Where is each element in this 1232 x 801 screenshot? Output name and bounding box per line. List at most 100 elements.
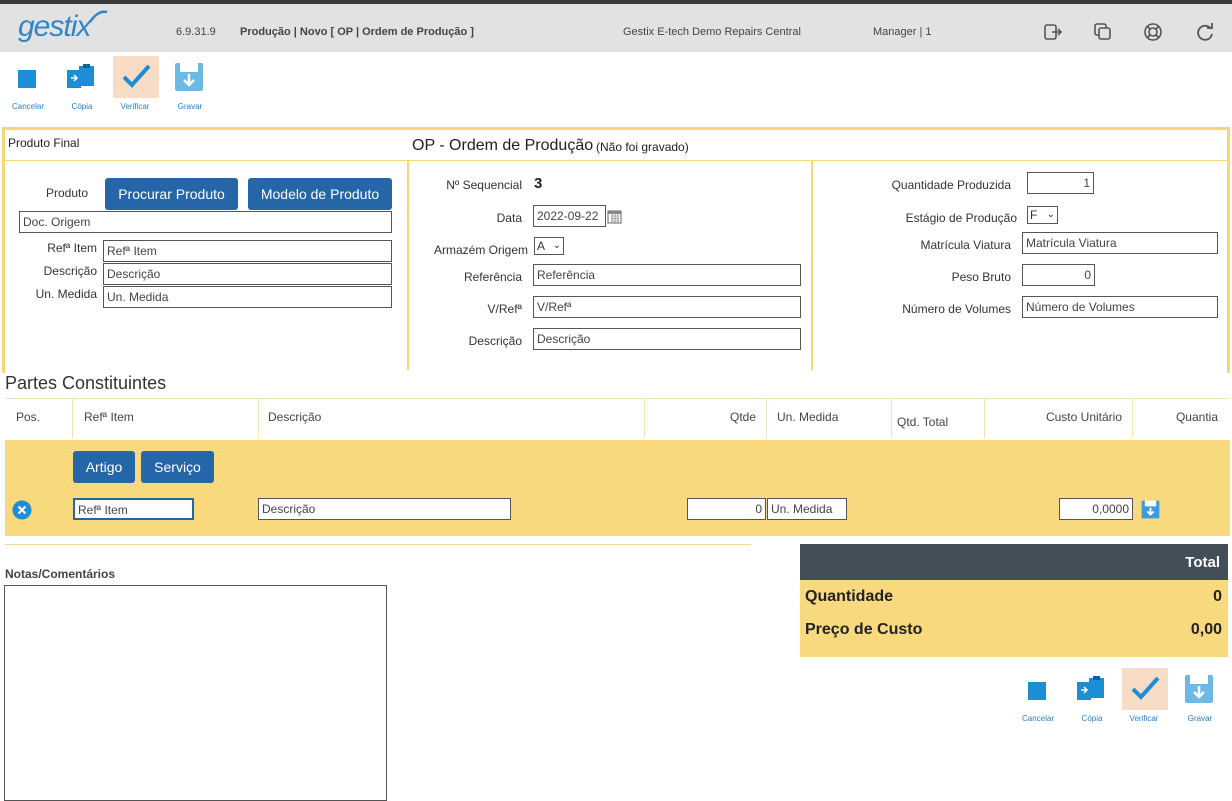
- sequence-value: 3: [534, 175, 543, 192]
- logo-swoosh-icon: [88, 10, 108, 23]
- column-divider: [984, 398, 985, 438]
- bottom-save-label: Gravar: [1187, 714, 1213, 723]
- add-article-button[interactable]: Artigo: [73, 451, 135, 483]
- unit-label: Un. Medida: [35, 287, 97, 301]
- col-header-amount: Quantia: [1175, 410, 1218, 424]
- parts-title: Partes Constituintes: [5, 373, 167, 393]
- user-info: Manager | 1: [873, 26, 932, 38]
- cancel-label: Cancelar: [11, 102, 44, 111]
- row-unit-field[interactable]: Un. Medida: [767, 498, 847, 520]
- warehouse-value: A: [537, 239, 546, 253]
- save-disk-icon: [1185, 675, 1213, 703]
- company-name: Gestix E-tech Demo Repairs Central: [623, 26, 801, 38]
- quantity-produced-label: Quantidade Produzida: [891, 178, 1011, 192]
- logout-icon[interactable]: [1043, 22, 1063, 42]
- row-ref-item-field[interactable]: Refª Item: [73, 498, 194, 520]
- notes-divider: [5, 544, 751, 545]
- row-unit-cost-field[interactable]: 0,0000: [1059, 498, 1133, 520]
- warehouse-select[interactable]: A ⌄: [534, 237, 564, 255]
- volumes-field[interactable]: Número de Volumes: [1022, 296, 1218, 318]
- column-divider: [258, 398, 259, 438]
- product-label: Produto: [45, 186, 88, 200]
- row-qty-field[interactable]: 0: [687, 498, 766, 520]
- cost-total-value: 0,00: [1190, 621, 1222, 638]
- add-service-button[interactable]: Serviço: [141, 451, 214, 483]
- verify-button[interactable]: Verificar: [113, 56, 159, 112]
- product-model-button[interactable]: Modelo de Produto: [248, 178, 392, 210]
- middle-description-label: Descrição: [468, 334, 522, 348]
- search-product-button[interactable]: Procurar Produto: [105, 178, 238, 210]
- bottom-copy-label: Cópia: [1081, 714, 1103, 723]
- notes-textarea[interactable]: [4, 585, 387, 801]
- quantity-produced-field[interactable]: 1: [1027, 172, 1094, 194]
- bottom-cancel-button[interactable]: Cancelar: [1016, 668, 1060, 724]
- help-lifebuoy-icon[interactable]: [1143, 22, 1163, 42]
- column-divider: [72, 398, 73, 438]
- bottom-verify-button[interactable]: Verificar: [1122, 668, 1168, 724]
- bottom-cancel-label: Cancelar: [1021, 714, 1054, 723]
- column-separator: [407, 161, 409, 370]
- chevron-down-icon: ⌄: [552, 240, 561, 251]
- remove-row-icon[interactable]: [12, 500, 32, 520]
- checkmark-icon: [122, 64, 151, 88]
- breadcrumb: Produção | Novo [ OP | Ordem de Produção…: [240, 26, 474, 38]
- quantity-total-label: Quantidade: [805, 588, 894, 605]
- bottom-copy-button[interactable]: Cópia: [1070, 668, 1114, 724]
- save-button[interactable]: Gravar: [168, 56, 212, 112]
- save-label: Gravar: [177, 102, 203, 111]
- app-version: 6.9.31.9: [176, 26, 216, 38]
- vref-field[interactable]: V/Refª: [533, 296, 801, 318]
- totals-header-label: Total: [1185, 554, 1220, 571]
- reference-field[interactable]: Referência: [533, 264, 801, 286]
- column-separator: [811, 161, 813, 370]
- unit-field[interactable]: Un. Medida: [103, 286, 392, 308]
- doc-origem-field[interactable]: Doc. Origem: [19, 211, 392, 233]
- col-header-ref: Refª Item: [84, 410, 134, 424]
- calendar-icon[interactable]: [607, 209, 622, 224]
- table-header-top-border: [5, 398, 1230, 399]
- copy-clipboard-icon: [1077, 676, 1104, 700]
- windows-icon[interactable]: [1093, 22, 1113, 42]
- col-header-description: Descrição: [268, 410, 322, 424]
- col-header-unit: Un. Medida: [777, 410, 839, 424]
- production-stage-label: Estágio de Produção: [905, 211, 1017, 225]
- copy-button[interactable]: Cópia: [60, 56, 104, 112]
- middle-description-field[interactable]: Descrição: [533, 328, 801, 350]
- col-header-qty: Qtde: [729, 410, 756, 424]
- gross-weight-label: Peso Bruto: [951, 270, 1011, 284]
- ref-item-field[interactable]: Refª Item: [103, 240, 392, 262]
- description-label: Descrição: [43, 264, 97, 278]
- stop-square-icon: [1028, 682, 1046, 700]
- production-stage-select[interactable]: F ⌄: [1027, 206, 1058, 224]
- volumes-label: Número de Volumes: [902, 302, 1011, 316]
- notes-label: Notas/Comentários: [5, 567, 116, 581]
- date-field[interactable]: 2022-09-22: [533, 205, 606, 227]
- refresh-icon[interactable]: [1195, 22, 1215, 42]
- ref-item-label: Refª Item: [47, 241, 97, 255]
- copy-clipboard-icon: [67, 64, 94, 88]
- row-description-field[interactable]: Descrição: [258, 498, 511, 520]
- warehouse-label: Armazém Origem: [433, 243, 528, 257]
- production-stage-value: F: [1030, 208, 1038, 222]
- cancel-button[interactable]: Cancelar: [6, 56, 50, 112]
- bottom-save-button[interactable]: Gravar: [1178, 668, 1222, 724]
- quantity-total-value: 0: [1213, 588, 1222, 605]
- bottom-verify-label: Verificar: [1129, 714, 1159, 723]
- vehicle-plate-field[interactable]: Matrícula Viatura: [1022, 232, 1218, 254]
- description-field[interactable]: Descrição: [103, 263, 392, 285]
- col-header-unit-cost: Custo Unitário: [1045, 410, 1122, 424]
- page-title: OP - Ordem de Produção: [412, 137, 594, 154]
- copy-label: Cópia: [71, 102, 93, 111]
- vehicle-plate-label: Matrícula Viatura: [920, 238, 1012, 252]
- gestix-logo[interactable]: gestix: [18, 10, 91, 44]
- gross-weight-field[interactable]: 0: [1022, 264, 1095, 286]
- sequence-label: Nº Sequencial: [446, 178, 522, 192]
- date-label: Data: [496, 211, 522, 225]
- col-header-pos: Pos.: [16, 410, 41, 424]
- vref-label: V/Refª: [487, 302, 522, 316]
- cost-total-label: Preço de Custo: [805, 621, 923, 638]
- save-disk-icon: [175, 63, 203, 91]
- column-divider: [1132, 398, 1133, 438]
- verify-label: Verificar: [120, 102, 150, 111]
- row-save-icon[interactable]: [1141, 500, 1160, 519]
